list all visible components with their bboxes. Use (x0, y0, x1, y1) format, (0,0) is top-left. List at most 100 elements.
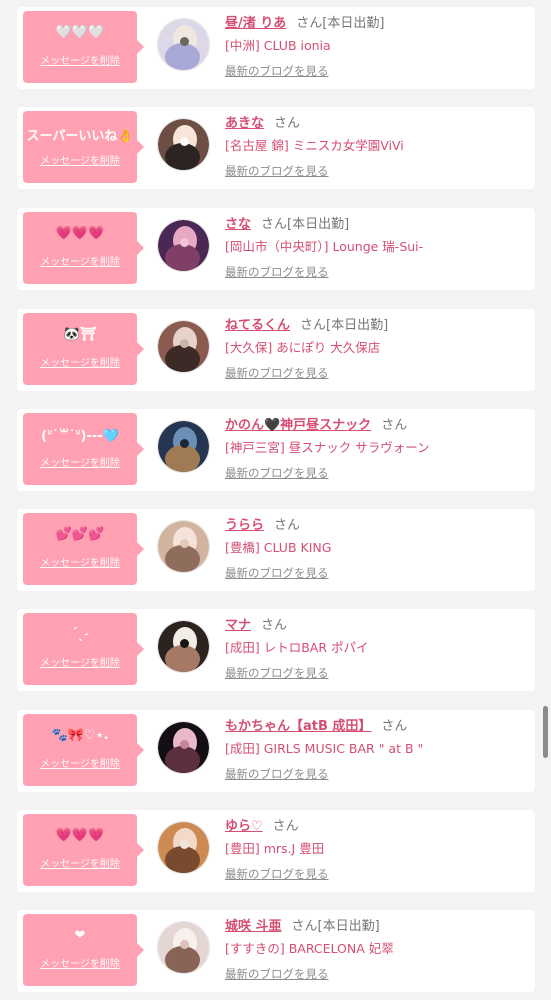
shop-name: [成田] GIRLS MUSIC BAR " at B " (225, 741, 424, 756)
avatar[interactable] (157, 320, 210, 373)
message-stamp: ❤ (74, 928, 86, 943)
avatar[interactable] (157, 821, 210, 874)
message-card: (ᐡ˙꒳˙ᐡ)---🩵 メッセージを削除 かのん🖤神戸昼スナック さん [神戸三宮… (17, 409, 535, 491)
message-bubble: 💕💕💕 メッセージを削除 (23, 513, 144, 585)
message-bubble: (ᐡ˙꒳˙ᐡ)---🩵 メッセージを削除 (23, 413, 144, 485)
delete-message-link[interactable]: メッセージを削除 (23, 654, 137, 669)
message-card: 🐾🎀♡⋆. メッセージを削除 もかちゃん【atB 成田】 さん [成田] GIRL… (17, 710, 535, 792)
profile-name-line: ねてるくん さん[本日出勤] (225, 314, 388, 333)
delete-message-link[interactable]: メッセージを削除 (23, 253, 137, 268)
latest-blog-link[interactable]: 最新のブログを見る (225, 465, 329, 481)
message-card: 💗💗💗 メッセージを削除 さな さん[本日出勤] [岡山市（中央町）] Loung… (17, 208, 535, 290)
status-suffix: さん (272, 819, 299, 834)
profile-name-link[interactable]: ゆら♡ (225, 819, 263, 834)
latest-blog-link[interactable]: 最新のブログを見る (225, 665, 329, 681)
profile-name-link[interactable]: 昼/渚 りあ (225, 16, 286, 31)
message-stamp: スーパーいいね👌 (26, 129, 134, 144)
shop-name: [豊田] mrs.J 豊田 (225, 841, 325, 856)
profile-name-line: 昼/渚 りあ さん[本日出勤] (225, 12, 384, 31)
message-card: ˊˎ˗ メッセージを削除 マナ さん [成田] レトロBAR ポパイ 最新のブログ… (17, 609, 535, 691)
profile-name-link[interactable]: さな (225, 217, 251, 232)
profile-name-link[interactable]: マナ (225, 618, 251, 633)
message-stamp: 💗💗💗 (55, 828, 105, 843)
avatar[interactable] (157, 520, 210, 573)
scrollbar[interactable] (543, 706, 548, 758)
delete-message-link[interactable]: メッセージを削除 (23, 152, 137, 167)
message-stamp: 🐼⛩ (63, 327, 97, 342)
status-suffix: さん (261, 618, 288, 633)
latest-blog-link[interactable]: 最新のブログを見る (225, 866, 329, 882)
profile-name-link[interactable]: かのん🖤神戸昼スナック (225, 418, 371, 433)
delete-message-link[interactable]: メッセージを削除 (23, 554, 137, 569)
delete-message-link[interactable]: メッセージを削除 (23, 755, 137, 770)
message-card: ❤ メッセージを削除 城咲 斗亜 さん[本日出勤] [すすきの] BARCELON… (17, 910, 535, 992)
message-bubble: 🐼⛩ メッセージを削除 (23, 313, 144, 385)
profile-name-line: もかちゃん【atB 成田】 さん (225, 715, 407, 734)
delete-message-link[interactable]: メッセージを削除 (23, 955, 137, 970)
avatar[interactable] (157, 118, 210, 171)
status-suffix: さん[本日出勤] (291, 919, 380, 934)
avatar[interactable] (157, 219, 210, 272)
profile-name-line: うらら さん (225, 514, 300, 533)
profile-name-link[interactable]: うらら (225, 518, 264, 533)
shop-name: [成田] レトロBAR ポパイ (225, 640, 369, 655)
profile-name-line: かのん🖤神戸昼スナック さん (225, 414, 407, 433)
profile-name-line: マナ さん (225, 614, 287, 633)
message-stamp: ˊˎ˗ (71, 627, 89, 642)
shop-name: [すすきの] BARCELONA 妃翠 (225, 941, 394, 956)
status-suffix: さん[本日出勤] (261, 217, 350, 232)
latest-blog-link[interactable]: 最新のブログを見る (225, 766, 329, 782)
status-suffix: さん (381, 418, 408, 433)
avatar[interactable] (157, 620, 210, 673)
profile-name-line: 城咲 斗亜 さん[本日出勤] (225, 915, 380, 934)
message-stamp: 🐾🎀♡⋆. (51, 728, 109, 743)
message-stamp: (ᐡ˙꒳˙ᐡ)---🩵 (41, 429, 119, 444)
message-stamp: 💕💕💕 (55, 527, 105, 542)
shop-name: [神戸三宮] 昼スナック サラヴォーン (225, 440, 430, 455)
profile-name-link[interactable]: もかちゃん【atB 成田】 (225, 719, 371, 734)
profile-name-link[interactable]: あきな (225, 116, 264, 131)
shop-name: [岡山市（中央町）] Lounge 瑞-Sui- (225, 239, 424, 254)
shop-name: [大久保] あにぽり 大久保店 (225, 340, 381, 355)
latest-blog-link[interactable]: 最新のブログを見る (225, 264, 329, 280)
message-card: 💕💕💕 メッセージを削除 うらら さん [豊橋] CLUB KING 最新のブログ… (17, 509, 535, 591)
profile-name-line: あきな さん (225, 112, 300, 131)
status-suffix: さん[本日出勤] (300, 318, 389, 333)
message-card: 💗💗💗 メッセージを削除 ゆら♡ さん [豊田] mrs.J 豊田 最新のブログを… (17, 810, 535, 892)
status-suffix: さん[本日出勤] (296, 16, 385, 31)
status-suffix: さん (274, 518, 301, 533)
profile-name-link[interactable]: ねてるくん (225, 318, 290, 333)
latest-blog-link[interactable]: 最新のブログを見る (225, 63, 329, 79)
profile-name-link[interactable]: 城咲 斗亜 (225, 919, 282, 934)
status-suffix: さん (381, 719, 408, 734)
message-card: 🐼⛩ メッセージを削除 ねてるくん さん[本日出勤] [大久保] あにぽり 大久保… (17, 309, 535, 391)
delete-message-link[interactable]: メッセージを削除 (23, 52, 137, 67)
message-bubble: 💗💗💗 メッセージを削除 (23, 814, 144, 886)
message-bubble: ˊˎ˗ メッセージを削除 (23, 613, 144, 685)
delete-message-link[interactable]: メッセージを削除 (23, 855, 137, 870)
latest-blog-link[interactable]: 最新のブログを見る (225, 365, 329, 381)
shop-name: [中洲] CLUB ionia (225, 38, 331, 53)
avatar[interactable] (157, 921, 210, 974)
message-bubble: ❤ メッセージを削除 (23, 914, 144, 986)
message-card: スーパーいいね👌 メッセージを削除 あきな さん [名古屋 錦] ミニスカ女学園V… (17, 107, 535, 189)
latest-blog-link[interactable]: 最新のブログを見る (225, 966, 329, 982)
message-stamp: 🤍🤍🤍 (55, 25, 105, 40)
message-bubble: 💗💗💗 メッセージを削除 (23, 212, 144, 284)
message-bubble: 🐾🎀♡⋆. メッセージを削除 (23, 714, 144, 786)
avatar[interactable] (157, 420, 210, 473)
message-bubble: 🤍🤍🤍 メッセージを削除 (23, 11, 144, 83)
message-bubble: スーパーいいね👌 メッセージを削除 (23, 111, 144, 183)
message-card: 🤍🤍🤍 メッセージを削除 昼/渚 りあ さん[本日出勤] [中洲] CLUB io… (17, 7, 535, 89)
profile-name-line: さな さん[本日出勤] (225, 213, 349, 232)
delete-message-link[interactable]: メッセージを削除 (23, 454, 137, 469)
delete-message-link[interactable]: メッセージを削除 (23, 354, 137, 369)
status-suffix: さん (274, 116, 301, 131)
avatar[interactable] (157, 721, 210, 774)
avatar[interactable] (157, 18, 210, 71)
latest-blog-link[interactable]: 最新のブログを見る (225, 163, 329, 179)
latest-blog-link[interactable]: 最新のブログを見る (225, 565, 329, 581)
profile-name-line: ゆら♡ さん (225, 815, 299, 834)
shop-name: [名古屋 錦] ミニスカ女学園ViVi (225, 138, 404, 153)
shop-name: [豊橋] CLUB KING (225, 540, 332, 555)
